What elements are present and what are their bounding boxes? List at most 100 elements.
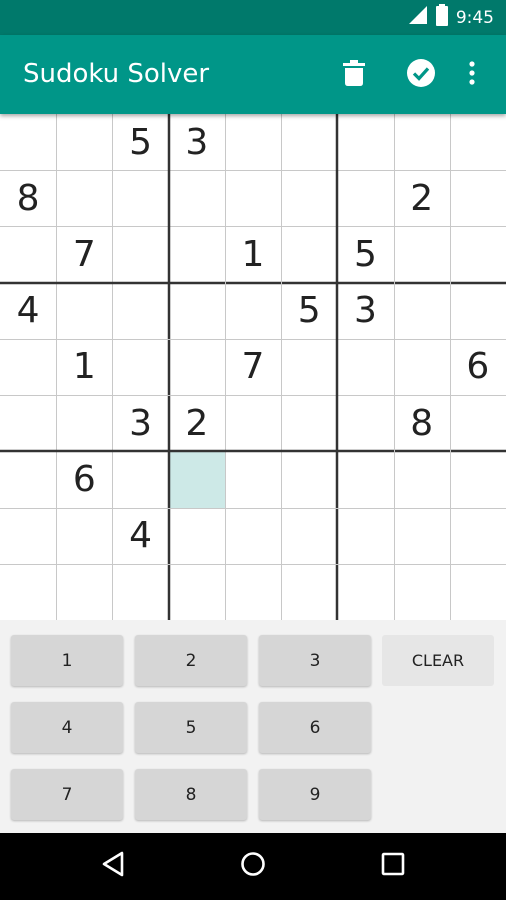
number-key-9[interactable]: 9 <box>259 769 371 820</box>
sudoku-cell[interactable]: 7 <box>225 339 281 395</box>
home-button[interactable] <box>233 846 273 886</box>
sudoku-cell[interactable] <box>450 283 506 339</box>
sudoku-cell[interactable]: 3 <box>169 114 225 170</box>
sudoku-cell[interactable] <box>281 395 337 451</box>
sudoku-cell[interactable]: 6 <box>450 339 506 395</box>
sudoku-cell[interactable] <box>450 564 506 620</box>
sudoku-cell[interactable] <box>112 226 168 282</box>
sudoku-cell[interactable] <box>337 451 393 507</box>
sudoku-cell[interactable] <box>168 451 225 508</box>
sudoku-cell[interactable] <box>0 226 56 282</box>
sudoku-cell[interactable]: 4 <box>112 508 168 564</box>
number-key-3[interactable]: 3 <box>259 635 371 686</box>
number-key-4[interactable]: 4 <box>11 702 123 753</box>
sudoku-cell[interactable] <box>337 170 393 226</box>
sudoku-cell[interactable] <box>0 395 56 451</box>
sudoku-cell[interactable] <box>169 226 225 282</box>
sudoku-cell[interactable] <box>281 226 337 282</box>
sudoku-cell[interactable]: 3 <box>112 395 168 451</box>
number-key-2[interactable]: 2 <box>135 635 247 686</box>
sudoku-cell[interactable] <box>169 170 225 226</box>
sudoku-cell[interactable] <box>56 395 112 451</box>
back-button[interactable] <box>93 846 133 886</box>
sudoku-cell[interactable] <box>281 564 337 620</box>
sudoku-cell[interactable] <box>450 395 506 451</box>
sudoku-cell[interactable] <box>225 114 281 170</box>
sudoku-cell[interactable] <box>394 339 450 395</box>
sudoku-cell[interactable] <box>56 508 112 564</box>
home-icon <box>240 851 266 882</box>
sudoku-cell[interactable]: 4 <box>0 283 56 339</box>
overflow-menu-button[interactable] <box>452 55 492 95</box>
sudoku-cell[interactable] <box>169 283 225 339</box>
sudoku-cell[interactable] <box>112 283 168 339</box>
sudoku-cell[interactable] <box>169 339 225 395</box>
sudoku-cell[interactable] <box>394 508 450 564</box>
number-key-5[interactable]: 5 <box>135 702 247 753</box>
sudoku-cell[interactable] <box>225 283 281 339</box>
sudoku-cell[interactable] <box>56 170 112 226</box>
sudoku-cell[interactable]: 6 <box>56 451 112 507</box>
check-button[interactable] <box>401 55 441 95</box>
number-key-1[interactable]: 1 <box>11 635 123 686</box>
sudoku-cell[interactable] <box>225 395 281 451</box>
sudoku-cell[interactable] <box>112 564 168 620</box>
sudoku-cell[interactable] <box>450 114 506 170</box>
sudoku-cell[interactable] <box>337 339 393 395</box>
delete-button[interactable] <box>334 55 374 95</box>
sudoku-cell[interactable]: 8 <box>394 395 450 451</box>
sudoku-cell[interactable] <box>281 339 337 395</box>
sudoku-cell[interactable] <box>281 451 337 507</box>
sudoku-cell[interactable] <box>112 339 168 395</box>
sudoku-cell[interactable]: 7 <box>56 226 112 282</box>
sudoku-cell[interactable] <box>225 564 281 620</box>
sudoku-cell[interactable] <box>0 564 56 620</box>
sudoku-cell[interactable] <box>169 564 225 620</box>
sudoku-cell[interactable] <box>394 114 450 170</box>
sudoku-cell[interactable]: 1 <box>225 226 281 282</box>
sudoku-cell[interactable] <box>56 283 112 339</box>
sudoku-cell[interactable]: 5 <box>281 283 337 339</box>
sudoku-cell[interactable] <box>394 564 450 620</box>
sudoku-cell[interactable] <box>394 226 450 282</box>
sudoku-cell[interactable] <box>225 508 281 564</box>
more-vert-icon <box>469 60 475 90</box>
sudoku-cell[interactable]: 3 <box>337 283 393 339</box>
clear-button[interactable]: CLEAR <box>382 635 494 686</box>
sudoku-cell[interactable] <box>56 114 112 170</box>
sudoku-cell[interactable] <box>0 114 56 170</box>
sudoku-cell[interactable] <box>169 508 225 564</box>
sudoku-cell[interactable] <box>0 339 56 395</box>
sudoku-cell[interactable] <box>394 451 450 507</box>
number-key-6[interactable]: 6 <box>259 702 371 753</box>
sudoku-cell[interactable] <box>337 564 393 620</box>
sudoku-cell[interactable] <box>0 508 56 564</box>
sudoku-cell[interactable] <box>450 170 506 226</box>
number-key-8[interactable]: 8 <box>135 769 247 820</box>
sudoku-cell[interactable] <box>225 451 281 507</box>
sudoku-cell[interactable] <box>56 564 112 620</box>
sudoku-cell[interactable] <box>281 114 337 170</box>
sudoku-cell[interactable]: 8 <box>0 170 56 226</box>
sudoku-cell[interactable] <box>0 451 56 507</box>
sudoku-cell[interactable] <box>337 395 393 451</box>
sudoku-cell[interactable] <box>112 170 168 226</box>
sudoku-cell[interactable] <box>281 508 337 564</box>
sudoku-cell[interactable] <box>450 226 506 282</box>
sudoku-cell[interactable] <box>281 170 337 226</box>
sudoku-cell[interactable]: 1 <box>56 339 112 395</box>
sudoku-cell[interactable] <box>450 451 506 507</box>
number-key-7[interactable]: 7 <box>11 769 123 820</box>
sudoku-cell[interactable]: 2 <box>394 170 450 226</box>
sudoku-cell[interactable] <box>337 114 393 170</box>
sudoku-cell[interactable] <box>112 451 168 507</box>
sudoku-cell[interactable]: 2 <box>169 395 225 451</box>
sudoku-cell[interactable] <box>450 508 506 564</box>
sudoku-cell[interactable] <box>394 283 450 339</box>
sudoku-cell[interactable] <box>337 508 393 564</box>
sudoku-cell[interactable]: 5 <box>337 226 393 282</box>
sudoku-cell[interactable]: 5 <box>112 114 168 170</box>
signal-icon <box>408 5 428 30</box>
recents-button[interactable] <box>373 846 413 886</box>
sudoku-cell[interactable] <box>225 170 281 226</box>
